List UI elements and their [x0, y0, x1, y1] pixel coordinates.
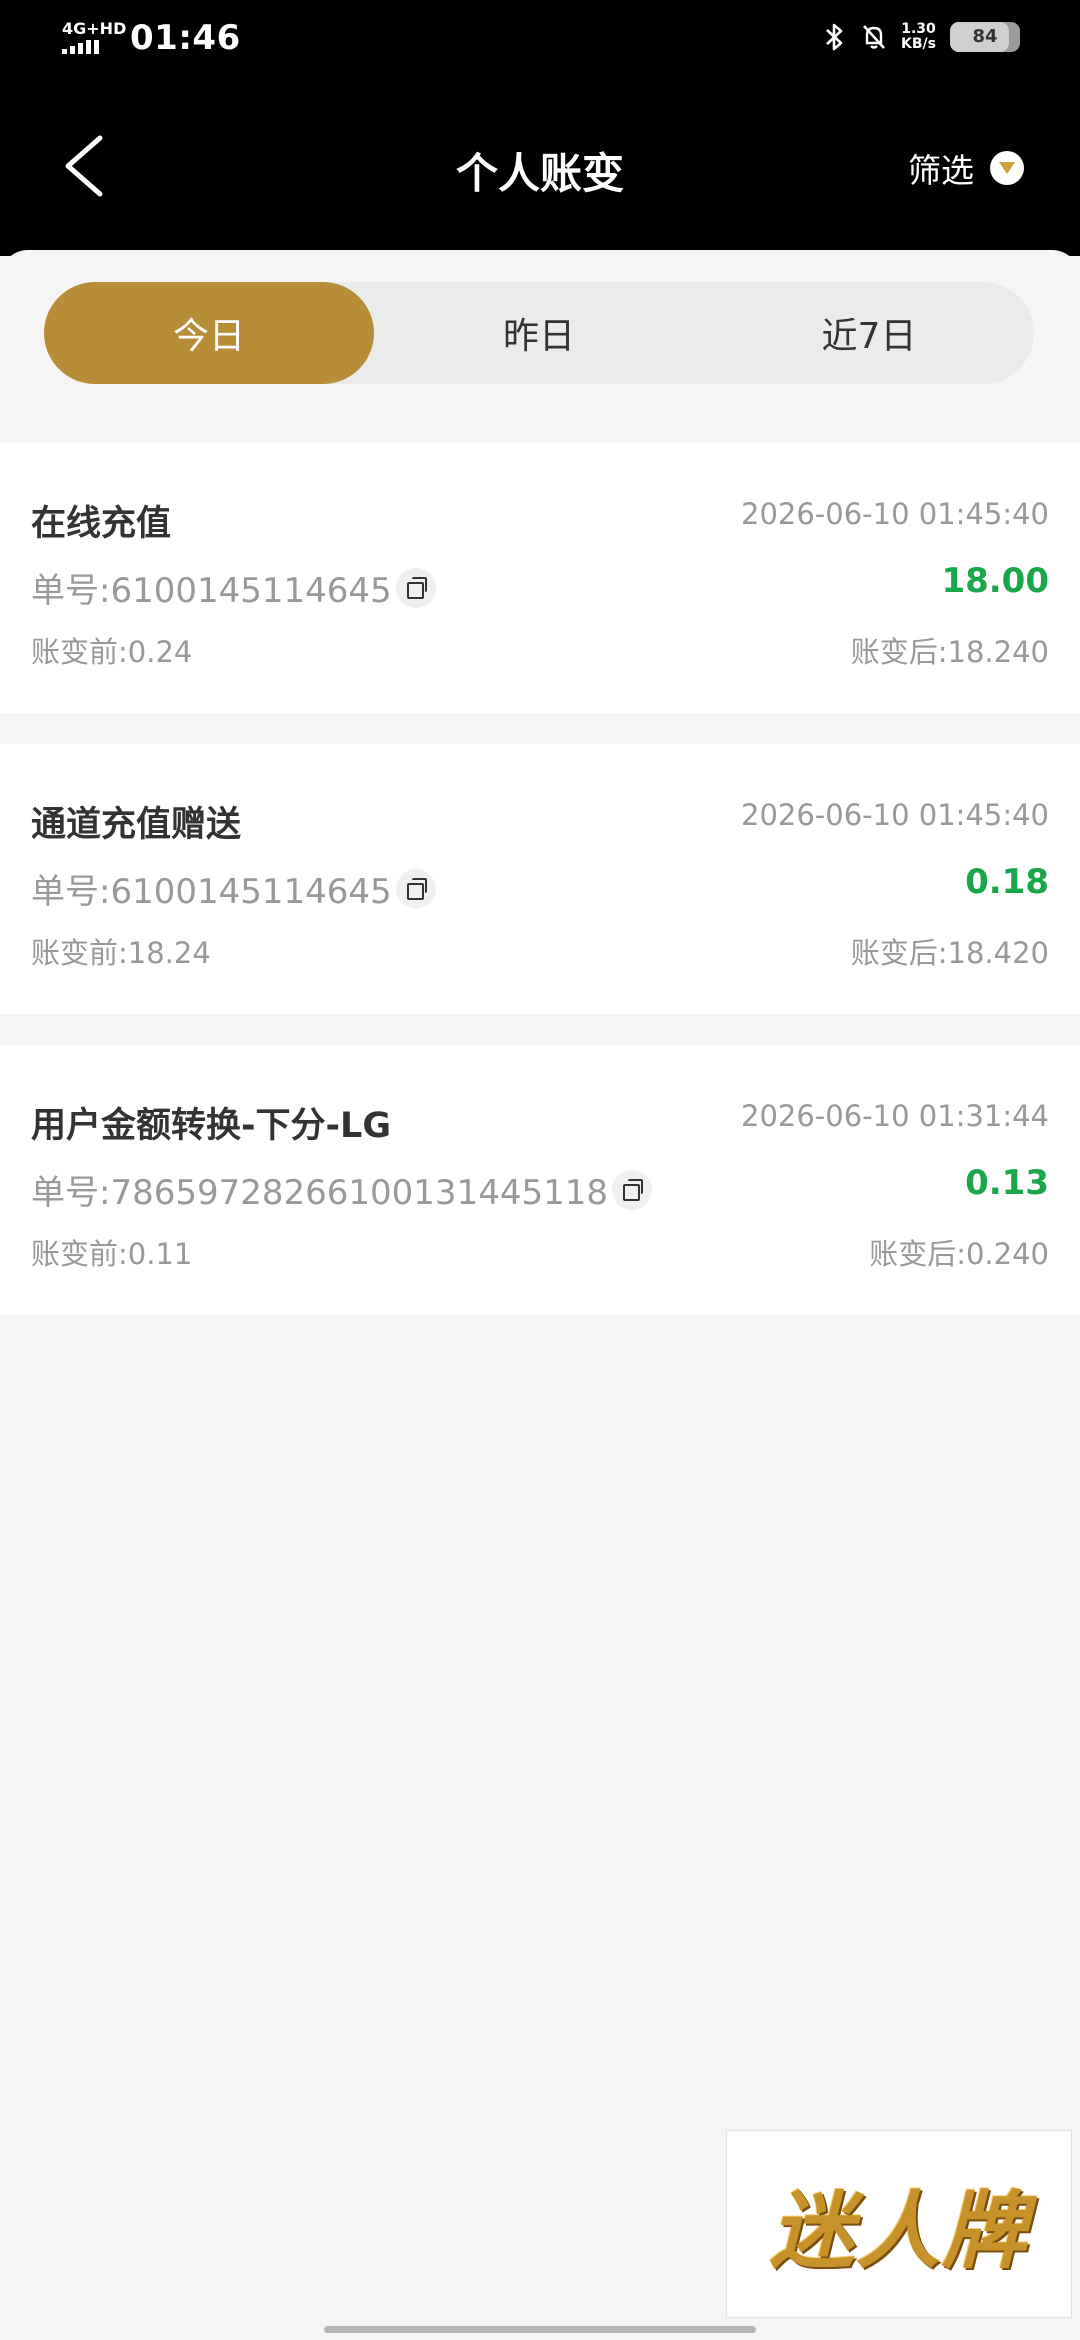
filter-button[interactable]: 筛选 — [908, 144, 1024, 192]
battery-percent: 84 — [972, 26, 998, 47]
transaction-item[interactable]: 用户金额转换-下分-LG 2026-06-10 01:31:44 单号:7865… — [0, 1045, 1080, 1315]
balance-after: 账变后:0.240 — [869, 1237, 1049, 1271]
brand-logo[interactable]: 迷人牌 — [726, 2130, 1072, 2318]
transaction-title: 在线充值 — [31, 504, 172, 544]
date-range-tabs: 今日 昨日 近7日 — [44, 282, 1034, 384]
content-area: 今日 昨日 近7日 在线充值 2026-06-10 01:45:40 单号:61… — [0, 250, 1080, 2340]
transaction-order: 单号:78659728266100131445118 — [31, 1165, 652, 1214]
transaction-time: 2026-06-10 01:45:40 — [741, 798, 1049, 832]
filter-label: 筛选 — [908, 151, 974, 190]
copy-icon[interactable] — [612, 1169, 652, 1210]
transaction-item[interactable]: 在线充值 2026-06-10 01:45:40 单号:610014511464… — [0, 443, 1080, 713]
bluetooth-icon — [826, 23, 843, 51]
transaction-time: 2026-06-10 01:31:44 — [741, 1099, 1049, 1133]
status-bar: 4G+HD 01:46 1.30 KB/s 84 — [0, 0, 1080, 80]
transaction-order: 单号:6100145114645 — [31, 563, 436, 612]
signal-icon — [62, 40, 126, 54]
brand-logo-text: 迷人牌 — [769, 2181, 1028, 2280]
order-number: 单号:6100145114645 — [31, 872, 392, 912]
order-number: 单号:78659728266100131445118 — [31, 1173, 608, 1213]
balance-after: 账变后:18.420 — [850, 936, 1049, 970]
balance-before: 账变前:18.24 — [31, 936, 211, 970]
transaction-title: 用户金额转换-下分-LG — [31, 1106, 392, 1146]
transaction-order: 单号:6100145114645 — [31, 864, 436, 913]
home-indicator[interactable] — [324, 2326, 756, 2333]
balance-before: 账变前:0.11 — [31, 1237, 193, 1271]
network-speed-value: 1.30 — [901, 21, 936, 37]
network-indicator: 4G+HD — [62, 20, 126, 54]
order-number: 单号:6100145114645 — [31, 571, 392, 611]
transaction-time: 2026-06-10 01:45:40 — [741, 497, 1049, 531]
status-right-icons: 1.30 KB/s 84 — [821, 22, 1020, 52]
tab-today[interactable]: 今日 — [44, 282, 374, 384]
top-app-bar: 4G+HD 01:46 1.30 KB/s 84 个人账变 筛选 — [0, 0, 1080, 256]
copy-icon[interactable] — [395, 567, 436, 608]
network-speed-unit: KB/s — [901, 36, 936, 52]
transaction-title: 通道充值赠送 — [31, 805, 242, 845]
balance-before: 账变前:0.24 — [31, 635, 193, 669]
dropdown-circle-icon — [990, 151, 1024, 185]
transaction-item[interactable]: 通道充值赠送 2026-06-10 01:45:40 单号:6100145114… — [0, 744, 1080, 1014]
balance-after: 账变后:18.240 — [850, 635, 1049, 669]
notifications-off-icon — [863, 25, 885, 49]
battery-icon: 84 — [950, 22, 1020, 52]
transaction-amount: 0.18 — [965, 862, 1049, 902]
tab-yesterday[interactable]: 昨日 — [374, 282, 704, 384]
network-speed: 1.30 KB/s — [901, 22, 936, 52]
status-time: 01:46 — [130, 18, 241, 58]
transaction-amount: 0.13 — [965, 1163, 1049, 1203]
network-type: 4G+HD — [62, 19, 127, 38]
copy-icon[interactable] — [395, 868, 436, 909]
transaction-amount: 18.00 — [941, 561, 1049, 601]
tab-last-7-days[interactable]: 近7日 — [704, 282, 1034, 384]
